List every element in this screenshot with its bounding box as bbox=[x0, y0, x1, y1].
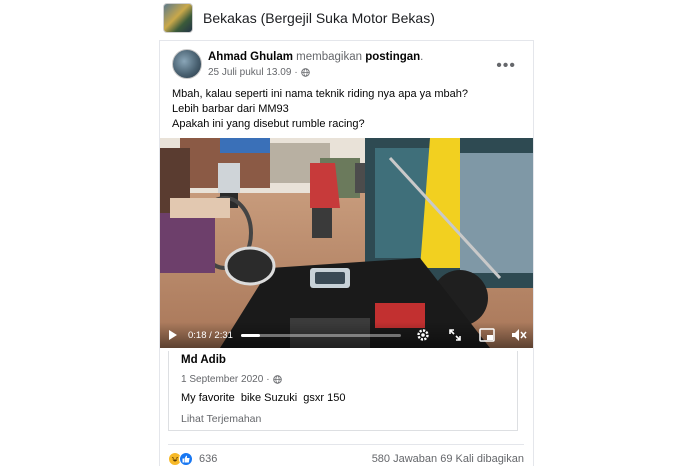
more-horizontal-icon[interactable]: ••• bbox=[496, 57, 516, 75]
post-text-line: Lebih barbar dari MM93 bbox=[172, 103, 289, 115]
author-name[interactable]: Ahmad Ghulam bbox=[208, 51, 293, 63]
post-footer: 636 580 Jawaban 69 Kali dibagikan bbox=[168, 444, 524, 466]
post-text-line: Apakah ini yang disebut rumble racing? bbox=[172, 118, 365, 130]
author-line: Ahmad Ghulam membagikan postingan. bbox=[208, 51, 423, 63]
meta-separator: · bbox=[294, 67, 298, 78]
gear-icon[interactable] bbox=[413, 325, 433, 345]
like-reaction-icon bbox=[179, 451, 193, 466]
author-action: membagikan bbox=[292, 51, 366, 63]
video-progress-fill bbox=[240, 333, 261, 337]
comments-count[interactable]: 580 Jawaban bbox=[372, 453, 437, 465]
globe-icon bbox=[272, 375, 282, 384]
shared-post-link[interactable]: postingan bbox=[365, 51, 420, 63]
engagement-stats: 580 Jawaban 69 Kali dibagikan bbox=[372, 453, 524, 465]
group-header: Bekakas (Bergejil Suka Motor Bekas) bbox=[163, 2, 533, 34]
group-name[interactable]: Bekakas (Bergejil Suka Motor Bekas) bbox=[203, 10, 435, 26]
globe-icon bbox=[301, 68, 310, 77]
shared-author-name[interactable]: Md Adib bbox=[181, 354, 226, 366]
shared-date[interactable]: 1 September 2020 bbox=[181, 374, 263, 385]
reactions-summary[interactable]: 636 bbox=[168, 451, 218, 466]
picture-in-picture-icon[interactable] bbox=[477, 325, 497, 345]
shared-post-box[interactable]: Md Adib 1 September 2020 · My favorite b… bbox=[168, 351, 518, 431]
post-header: Ahmad Ghulam membagikan postingan. 25 Ju… bbox=[172, 49, 522, 83]
play-icon[interactable] bbox=[160, 322, 186, 348]
expand-icon[interactable] bbox=[445, 325, 465, 345]
shared-text: My favorite bike Suzuki gsxr 150 bbox=[181, 392, 346, 404]
video-frame bbox=[160, 138, 533, 348]
volume-icon[interactable] bbox=[509, 325, 529, 345]
shared-meta: 1 September 2020 · bbox=[181, 374, 282, 385]
video-time: 0:18 / 2:31 bbox=[188, 329, 233, 341]
group-thumbnail[interactable] bbox=[163, 3, 193, 33]
see-translation-link[interactable]: Lihat Terjemahan bbox=[181, 413, 261, 425]
avatar[interactable] bbox=[172, 49, 202, 79]
post-card: Ahmad Ghulam membagikan postingan. 25 Ju… bbox=[159, 40, 534, 466]
post-text-line: Mbah, kalau seperti ini nama teknik ridi… bbox=[172, 88, 468, 100]
shares-count[interactable]: 69 Kali dibagikan bbox=[440, 453, 524, 465]
reaction-count: 636 bbox=[199, 452, 218, 465]
meta-separator: · bbox=[266, 374, 270, 385]
post-text: Mbah, kalau seperti ini nama teknik ridi… bbox=[172, 87, 522, 132]
post-timestamp[interactable]: 25 Juli pukul 13.09 bbox=[208, 67, 291, 78]
video-player[interactable]: 0:18 / 2:31 bbox=[160, 138, 533, 348]
post-meta: 25 Juli pukul 13.09 · bbox=[208, 67, 310, 78]
video-controls: 0:18 / 2:31 bbox=[160, 322, 533, 348]
video-progress-bar[interactable] bbox=[240, 333, 401, 337]
author-line-suffix: . bbox=[420, 51, 424, 63]
